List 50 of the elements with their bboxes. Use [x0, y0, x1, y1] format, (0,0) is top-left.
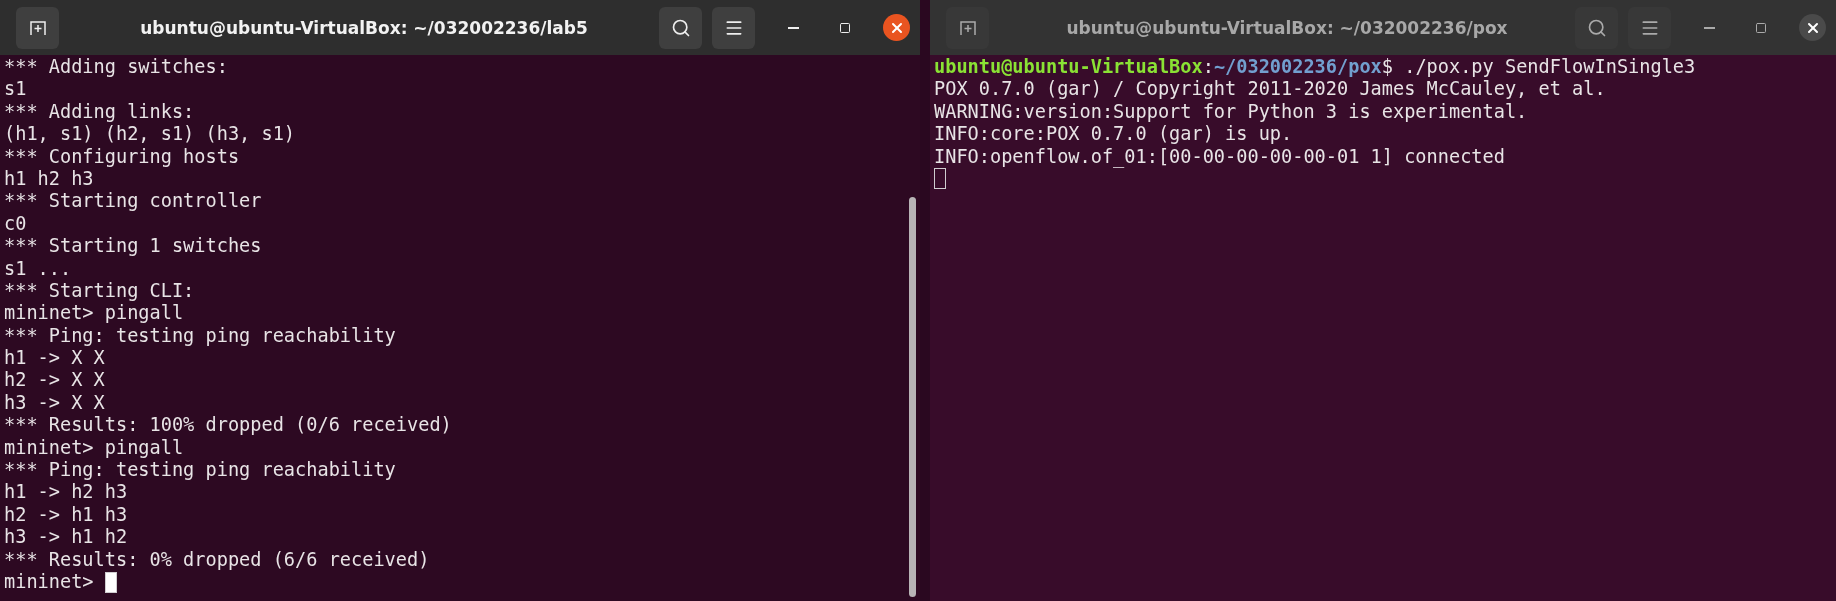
terminal-line: s1	[4, 78, 27, 101]
terminal-line: INFO:core:POX 0.7.0 (gar) is up.	[934, 123, 1293, 146]
new-tab-icon	[28, 19, 47, 36]
minimize-icon	[787, 26, 799, 29]
text-cursor	[104, 571, 117, 593]
menu-button[interactable]	[712, 6, 755, 49]
terminal-line: mininet>	[4, 571, 94, 594]
text-cursor	[934, 167, 946, 189]
terminal-line: *** Results: 0% dropped (6/6 received)	[4, 548, 430, 571]
maximize-icon	[1755, 21, 1767, 34]
terminal-line: (h1, s1) (h2, s1) (h3, s1)	[4, 123, 296, 146]
terminal-line: ubuntu@ubuntu-VirtualBox:~/032002236/pox$ ./pox.py SendFlowInSingle3	[934, 56, 1696, 79]
window-title: ubuntu@ubuntu-VirtualBox: ~/032002236/pox	[1065, 17, 1509, 38]
terminal-line: c0	[4, 212, 27, 236]
scrollbar[interactable]	[909, 197, 916, 597]
terminal-line: h3 -> h1 h2	[4, 526, 128, 549]
new-tab-icon	[958, 19, 977, 36]
terminal-line: mininet> pingall	[4, 302, 184, 325]
search-icon	[1586, 17, 1607, 38]
search-button[interactable]	[659, 6, 702, 49]
terminal-line: *** Results: 100% dropped (0/6 received)	[4, 414, 452, 437]
terminal-line: INFO:openflow.of_01:[00-00-00-00-00-01 1] connected	[934, 145, 1505, 168]
terminal-line: *** Starting 1 switches	[4, 235, 262, 258]
terminal-line: h2 -> h1 h3	[4, 503, 128, 527]
terminal-line: h1 -> X X	[4, 347, 105, 370]
menu-button[interactable]	[1628, 6, 1671, 49]
close-button[interactable]	[883, 14, 910, 41]
terminal-line: *** Ping: testing ping reachability	[4, 459, 396, 482]
new-tab-button[interactable]	[946, 6, 989, 49]
terminal-line: POX 0.7.0 (gar) / Copyright 2011-2020 James McCauley, et al.	[934, 78, 1606, 101]
terminal-line: *** Starting CLI:	[4, 279, 195, 303]
search-button[interactable]	[1575, 6, 1618, 49]
maximize-icon	[839, 21, 851, 34]
terminal-line: h1 h2 h3	[4, 167, 94, 191]
new-tab-button[interactable]	[16, 6, 59, 49]
terminal-line: s1 ...	[4, 257, 72, 280]
window-title: ubuntu@ubuntu-VirtualBox: ~/032002236/lab5	[139, 17, 589, 38]
terminal-line: h2 -> X X	[4, 369, 105, 392]
terminal-line: *** Adding switches:	[4, 56, 228, 79]
terminal-line: *** Ping: testing ping reachability	[4, 324, 396, 348]
minimize-icon	[1703, 26, 1715, 29]
terminal-line: h3 -> X X	[4, 391, 105, 415]
terminal-line: h1 -> h2 h3	[4, 481, 128, 504]
terminal-line: *** Starting controller	[4, 190, 262, 213]
close-button[interactable]	[1799, 14, 1826, 41]
terminal-line: mininet> pingall	[4, 436, 184, 460]
terminal-line: WARNING:version:Support for Python 3 is experimental.	[934, 100, 1528, 124]
terminal-line: *** Adding links:	[4, 100, 195, 124]
terminal-line: *** Configuring hosts	[4, 145, 240, 168]
search-icon	[670, 17, 691, 38]
